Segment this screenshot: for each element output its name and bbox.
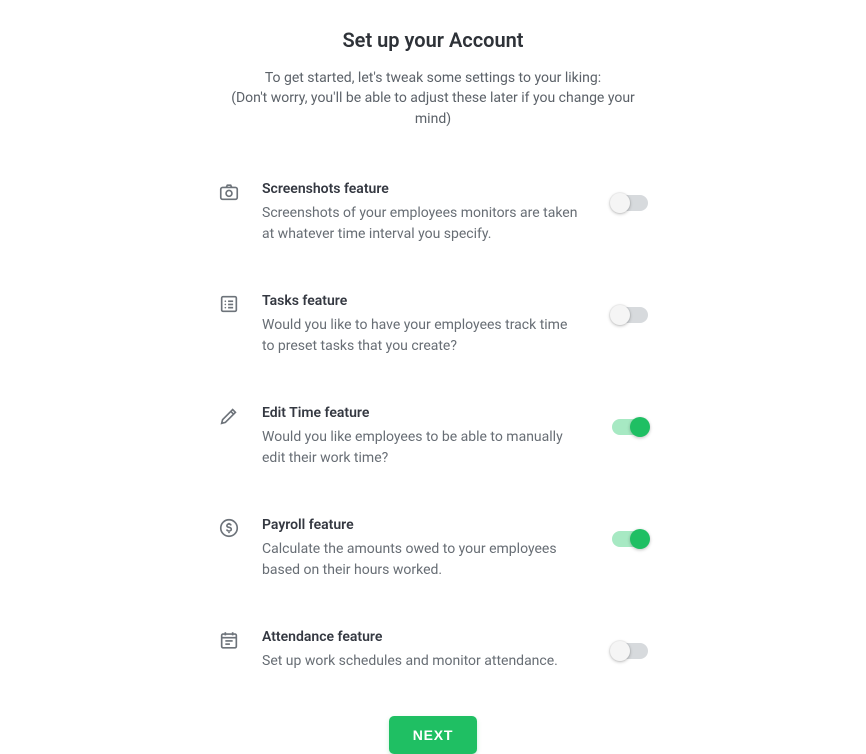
feature-text: Attendance feature Set up work schedules… (262, 629, 582, 672)
dollar-icon (218, 517, 240, 539)
feature-desc: Set up work schedules and monitor attend… (262, 651, 582, 672)
calendar-icon (218, 629, 240, 651)
feature-desc: Would you like to have your employees tr… (262, 315, 582, 357)
feature-text: Payroll feature Calculate the amounts ow… (262, 517, 582, 581)
toggle-tasks[interactable] (612, 307, 648, 323)
setup-page: Set up your Account To get started, let'… (193, 0, 673, 754)
feature-title: Screenshots feature (262, 181, 582, 197)
list-icon (218, 293, 240, 315)
toggle-edit-time[interactable] (612, 419, 648, 435)
feature-row-attendance: Attendance feature Set up work schedules… (218, 629, 648, 672)
toggle-screenshots[interactable] (612, 195, 648, 211)
next-button[interactable]: NEXT (389, 716, 478, 754)
feature-row-screenshots: Screenshots feature Screenshots of your … (218, 181, 648, 245)
feature-title: Tasks feature (262, 293, 582, 309)
feature-desc: Screenshots of your employees monitors a… (262, 203, 582, 245)
toggle-payroll[interactable] (612, 531, 648, 547)
feature-row-tasks: Tasks feature Would you like to have you… (218, 293, 648, 357)
page-title: Set up your Account (193, 28, 673, 52)
feature-text: Tasks feature Would you like to have you… (262, 293, 582, 357)
feature-title: Payroll feature (262, 517, 582, 533)
feature-list: Screenshots feature Screenshots of your … (218, 181, 648, 672)
feature-title: Attendance feature (262, 629, 582, 645)
feature-row-edit-time: Edit Time feature Would you like employe… (218, 405, 648, 469)
camera-icon (218, 181, 240, 203)
feature-row-payroll: Payroll feature Calculate the amounts ow… (218, 517, 648, 581)
toggle-attendance[interactable] (612, 643, 648, 659)
pencil-icon (218, 405, 240, 427)
feature-title: Edit Time feature (262, 405, 582, 421)
feature-text: Edit Time feature Would you like employe… (262, 405, 582, 469)
page-subtitle: To get started, let's tweak some setting… (193, 68, 673, 129)
feature-desc: Would you like employees to be able to m… (262, 427, 582, 469)
feature-text: Screenshots feature Screenshots of your … (262, 181, 582, 245)
feature-desc: Calculate the amounts owed to your emplo… (262, 539, 582, 581)
